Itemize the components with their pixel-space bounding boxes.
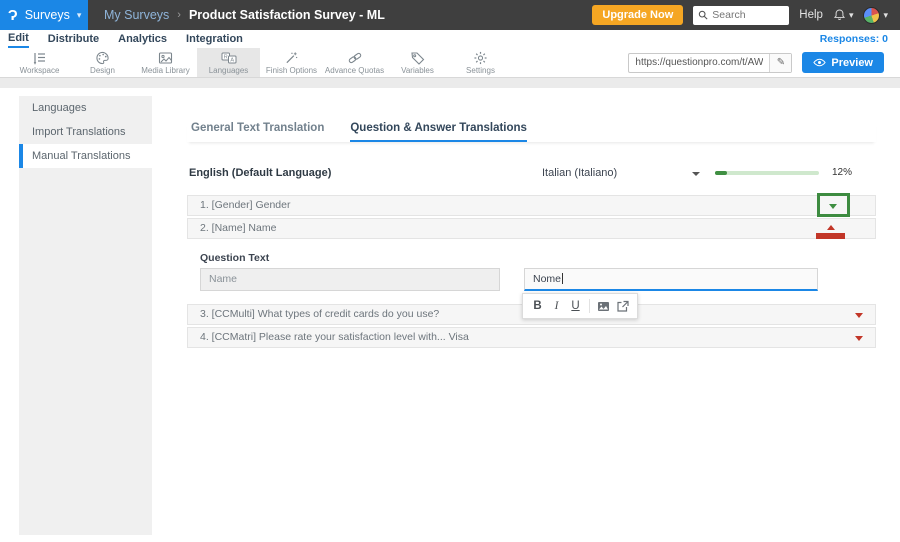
translation-progress-percent: 12% — [832, 167, 853, 178]
design-palette-icon — [96, 51, 109, 64]
insert-link-button[interactable] — [613, 298, 632, 314]
expand-caret-icon[interactable] — [855, 313, 863, 318]
target-language-select[interactable]: Italian (Italiano) — [542, 167, 617, 179]
questionpro-app: Ɂ Surveys ▾ My Surveys › Product Satisfa… — [0, 0, 900, 542]
toolbar-item-variables[interactable]: Variables — [386, 48, 449, 77]
toolbar-item-media-library[interactable]: Media Library — [134, 48, 197, 77]
survey-nav: Edit Distribute Analytics Integration Re… — [0, 30, 900, 48]
sidebar-item-languages[interactable]: Languages — [19, 96, 152, 120]
source-text-field: Name — [200, 268, 500, 291]
translation-tabs: General Text Translation Question & Answ… — [187, 122, 876, 142]
top-header-bar: Ɂ Surveys ▾ My Surveys › Product Satisfa… — [0, 0, 900, 30]
toolbar-item-workspace[interactable]: Workspace — [8, 48, 71, 77]
edit-toolbar: Workspace Design Media Library RA Langua… — [0, 48, 900, 78]
bell-icon — [833, 9, 845, 20]
media-library-icon — [158, 51, 173, 64]
sidebar-item-import-translations[interactable]: Import Translations — [19, 120, 152, 144]
settings-gear-icon — [474, 51, 487, 64]
chevron-down-icon: ▾ — [883, 9, 888, 20]
global-search[interactable] — [693, 5, 790, 25]
questionpro-logo: Ɂ — [8, 6, 18, 24]
source-language-label: English (Default Language) — [189, 167, 332, 179]
toolbar-item-advance-quotas[interactable]: Advance Quotas — [323, 48, 386, 77]
languages-translate-icon: RA — [221, 52, 236, 63]
svg-text:A: A — [230, 57, 234, 63]
toolbar-item-finish-options[interactable]: Finish Options — [260, 48, 323, 77]
question-row-label: 3. [CCMulti] What types of credit cards … — [200, 308, 440, 320]
expand-caret-icon[interactable] — [829, 204, 837, 209]
survey-title: Product Satisfaction Survey - ML — [188, 8, 385, 22]
header-actions: Upgrade Now Help ▾ ▾ — [592, 5, 900, 25]
survey-url-field: ✎ — [628, 52, 793, 73]
translations-sidebar: Languages Import Translations Manual Tra… — [19, 96, 152, 535]
search-icon — [699, 10, 708, 20]
sidebar-item-manual-translations[interactable]: Manual Translations — [19, 144, 152, 168]
external-link-icon — [617, 300, 629, 312]
workspace-icon — [33, 52, 45, 65]
question-row-label: 1. [Gender] Gender — [200, 199, 291, 211]
tab-general-text-translation[interactable]: General Text Translation — [191, 122, 324, 142]
question-row-label: 4. [CCMatri] Please rate your satisfacti… — [200, 331, 469, 343]
svg-text:R: R — [223, 54, 227, 60]
tab-question-answer-translations[interactable]: Question & Answer Translations — [350, 122, 527, 142]
eye-icon — [813, 58, 827, 67]
question-row-gender[interactable]: 1. [Gender] Gender — [187, 193, 876, 217]
question-text-label: Question Text — [200, 252, 270, 264]
manual-translations-panel: General Text Translation Question & Answ… — [187, 88, 876, 542]
edit-url-button[interactable]: ✎ — [769, 53, 792, 72]
bold-button[interactable]: B — [528, 298, 547, 314]
translation-progress-fill — [715, 171, 728, 175]
notifications-menu[interactable]: ▾ — [833, 8, 854, 22]
variables-tag-icon — [411, 51, 425, 65]
question-row-label: 2. [Name] Name — [200, 222, 277, 234]
avatar — [863, 6, 881, 24]
pencil-icon: ✎ — [776, 57, 786, 68]
chevron-down-icon: ▾ — [848, 9, 854, 20]
question-translation-editor: Question Text Name Nome B I U — [187, 241, 876, 319]
underline-button[interactable]: U — [566, 298, 585, 314]
account-menu[interactable]: ▾ — [863, 6, 888, 24]
toolbar-item-design[interactable]: Design — [71, 48, 134, 77]
product-menu[interactable]: Ɂ Surveys ▾ — [0, 0, 88, 30]
toolbar-divider — [589, 299, 590, 313]
question-row-name[interactable]: 2. [Name] Name — [187, 218, 876, 239]
toolbar-right-actions: ✎ Preview — [628, 48, 900, 77]
chevron-down-icon[interactable] — [692, 172, 700, 176]
insert-image-button[interactable] — [594, 298, 613, 314]
toolbar-item-languages[interactable]: RA Languages — [197, 48, 260, 77]
responses-count[interactable]: Responses: 0 — [820, 33, 888, 45]
language-selection-row: English (Default Language) Italian (Ital… — [189, 166, 876, 182]
page-background-gap — [0, 78, 900, 88]
expand-caret-icon[interactable] — [855, 336, 863, 341]
nav-tab-integration[interactable]: Integration — [186, 31, 243, 47]
chevron-down-icon: ▾ — [76, 9, 82, 20]
question-list: 1. [Gender] Gender 2. [Name] Name Questi… — [187, 193, 876, 350]
preview-button[interactable]: Preview — [802, 52, 884, 73]
product-menu-label: Surveys — [24, 8, 70, 22]
nav-tab-analytics[interactable]: Analytics — [118, 31, 167, 47]
breadcrumb: My Surveys › Product Satisfaction Survey… — [104, 8, 385, 22]
translation-progress-bar — [715, 171, 819, 175]
image-icon — [598, 301, 609, 311]
advance-quotas-links-icon — [348, 52, 361, 63]
upgrade-now-button[interactable]: Upgrade Now — [592, 5, 684, 25]
translation-input[interactable]: Nome — [524, 268, 818, 291]
finish-options-wand-icon — [286, 51, 298, 63]
help-link[interactable]: Help — [799, 9, 823, 21]
text-cursor — [562, 273, 564, 284]
red-bar-annotation — [816, 233, 845, 239]
nav-tab-distribute[interactable]: Distribute — [48, 31, 99, 47]
nav-tab-edit[interactable]: Edit — [8, 30, 29, 48]
content-area: Languages Import Translations Manual Tra… — [0, 88, 900, 542]
collapse-caret-icon[interactable] — [827, 225, 835, 230]
survey-url-input[interactable] — [629, 57, 770, 68]
toolbar-item-settings[interactable]: Settings — [449, 48, 512, 77]
format-toolbar: B I U — [522, 293, 638, 319]
search-input[interactable] — [712, 9, 783, 21]
breadcrumb-separator-icon: › — [177, 9, 181, 21]
italic-button[interactable]: I — [547, 298, 566, 314]
breadcrumb-my-surveys[interactable]: My Surveys — [104, 8, 169, 22]
question-row-ccmatri[interactable]: 4. [CCMatri] Please rate your satisfacti… — [187, 327, 876, 348]
